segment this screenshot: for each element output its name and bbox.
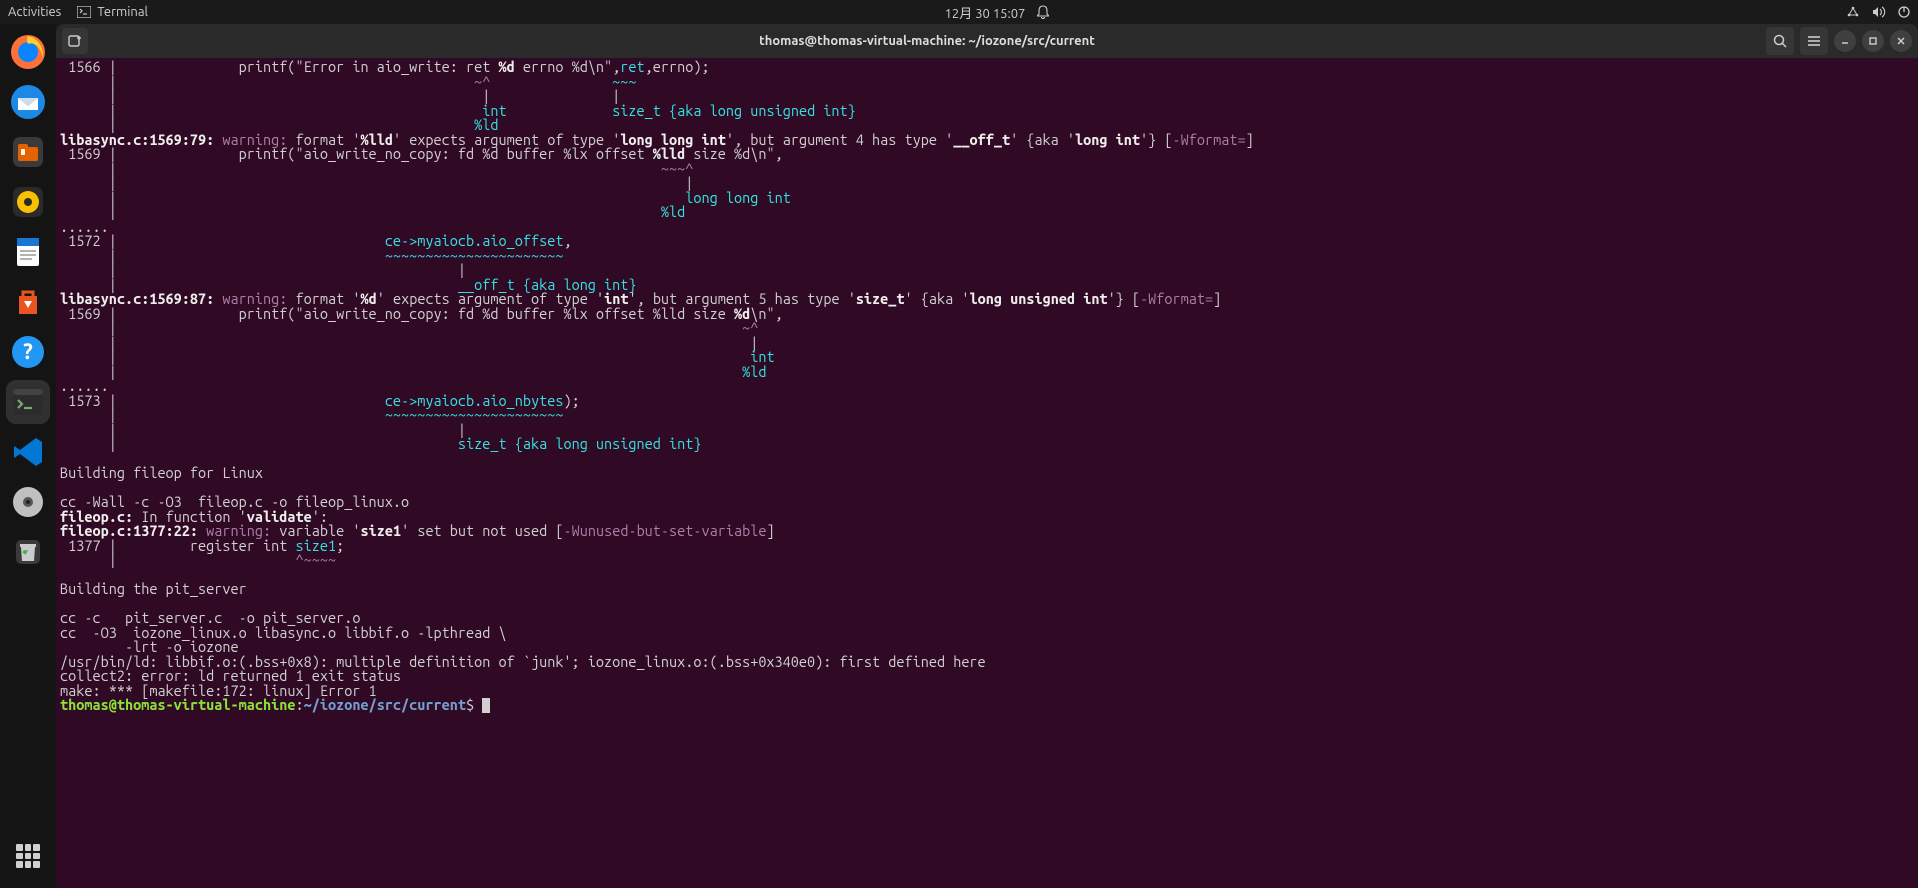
- dock-writer[interactable]: [6, 230, 50, 274]
- activities-button[interactable]: Activities: [8, 5, 61, 19]
- help-icon: ?: [10, 334, 46, 370]
- terminal-output[interactable]: 1566 | printf("Error in aio_write: ret %…: [56, 58, 1918, 888]
- menu-button[interactable]: [1800, 27, 1828, 55]
- terminal-icon: [77, 6, 91, 18]
- hamburger-icon: [1807, 35, 1821, 47]
- active-app-indicator[interactable]: Terminal: [77, 5, 148, 19]
- bell-icon[interactable]: [1037, 5, 1049, 19]
- files-icon: [10, 134, 46, 170]
- grid-icon: [16, 844, 40, 868]
- svg-text:?: ?: [23, 339, 33, 364]
- software-icon: [10, 284, 46, 320]
- new-tab-icon: [68, 34, 82, 48]
- minimize-button[interactable]: [1834, 30, 1856, 52]
- window-title: thomas@thomas-virtual-machine: ~/iozone/…: [88, 34, 1766, 48]
- volume-icon[interactable]: [1872, 6, 1886, 18]
- gnome-topbar: Activities Terminal 12月 30 15:07: [0, 0, 1918, 24]
- close-button[interactable]: [1890, 30, 1912, 52]
- dock-software[interactable]: [6, 280, 50, 324]
- dock-firefox[interactable]: [6, 30, 50, 74]
- terminal-window: thomas@thomas-virtual-machine: ~/iozone/…: [56, 24, 1918, 888]
- ubuntu-dock: ?: [0, 24, 56, 888]
- dock-trash[interactable]: [6, 530, 50, 574]
- close-icon: [1896, 36, 1906, 46]
- window-titlebar: thomas@thomas-virtual-machine: ~/iozone/…: [56, 24, 1918, 58]
- new-tab-button[interactable]: [62, 28, 88, 54]
- disc-icon: [10, 484, 46, 520]
- dock-files[interactable]: [6, 130, 50, 174]
- dock-thunderbird[interactable]: [6, 80, 50, 124]
- rhythmbox-icon: [10, 184, 46, 220]
- prompt-path: ~/iozone/src/current: [304, 696, 466, 713]
- dock-disc[interactable]: [6, 480, 50, 524]
- maximize-button[interactable]: [1862, 30, 1884, 52]
- terminal-app-icon: [10, 384, 46, 420]
- maximize-icon: [1868, 36, 1878, 46]
- writer-icon: [10, 234, 46, 270]
- dock-rhythmbox[interactable]: [6, 180, 50, 224]
- prompt-user: thomas@thomas-virtual-machine: [60, 696, 295, 713]
- thunderbird-icon: [10, 84, 46, 120]
- active-app-label: Terminal: [97, 5, 148, 19]
- minimize-icon: [1840, 36, 1850, 46]
- network-icon[interactable]: [1846, 5, 1860, 19]
- dock-vscode[interactable]: [6, 430, 50, 474]
- trash-icon: [10, 534, 46, 570]
- power-icon[interactable]: [1898, 6, 1910, 18]
- search-button[interactable]: [1766, 27, 1794, 55]
- cursor: [482, 698, 490, 713]
- vscode-icon: [10, 434, 46, 470]
- dock-help[interactable]: ?: [6, 330, 50, 374]
- firefox-icon: [10, 34, 46, 70]
- clock-label[interactable]: 12月 30 15:07: [945, 3, 1026, 22]
- dock-show-apps[interactable]: [6, 834, 50, 878]
- dock-terminal[interactable]: [6, 380, 50, 424]
- search-icon: [1773, 34, 1787, 48]
